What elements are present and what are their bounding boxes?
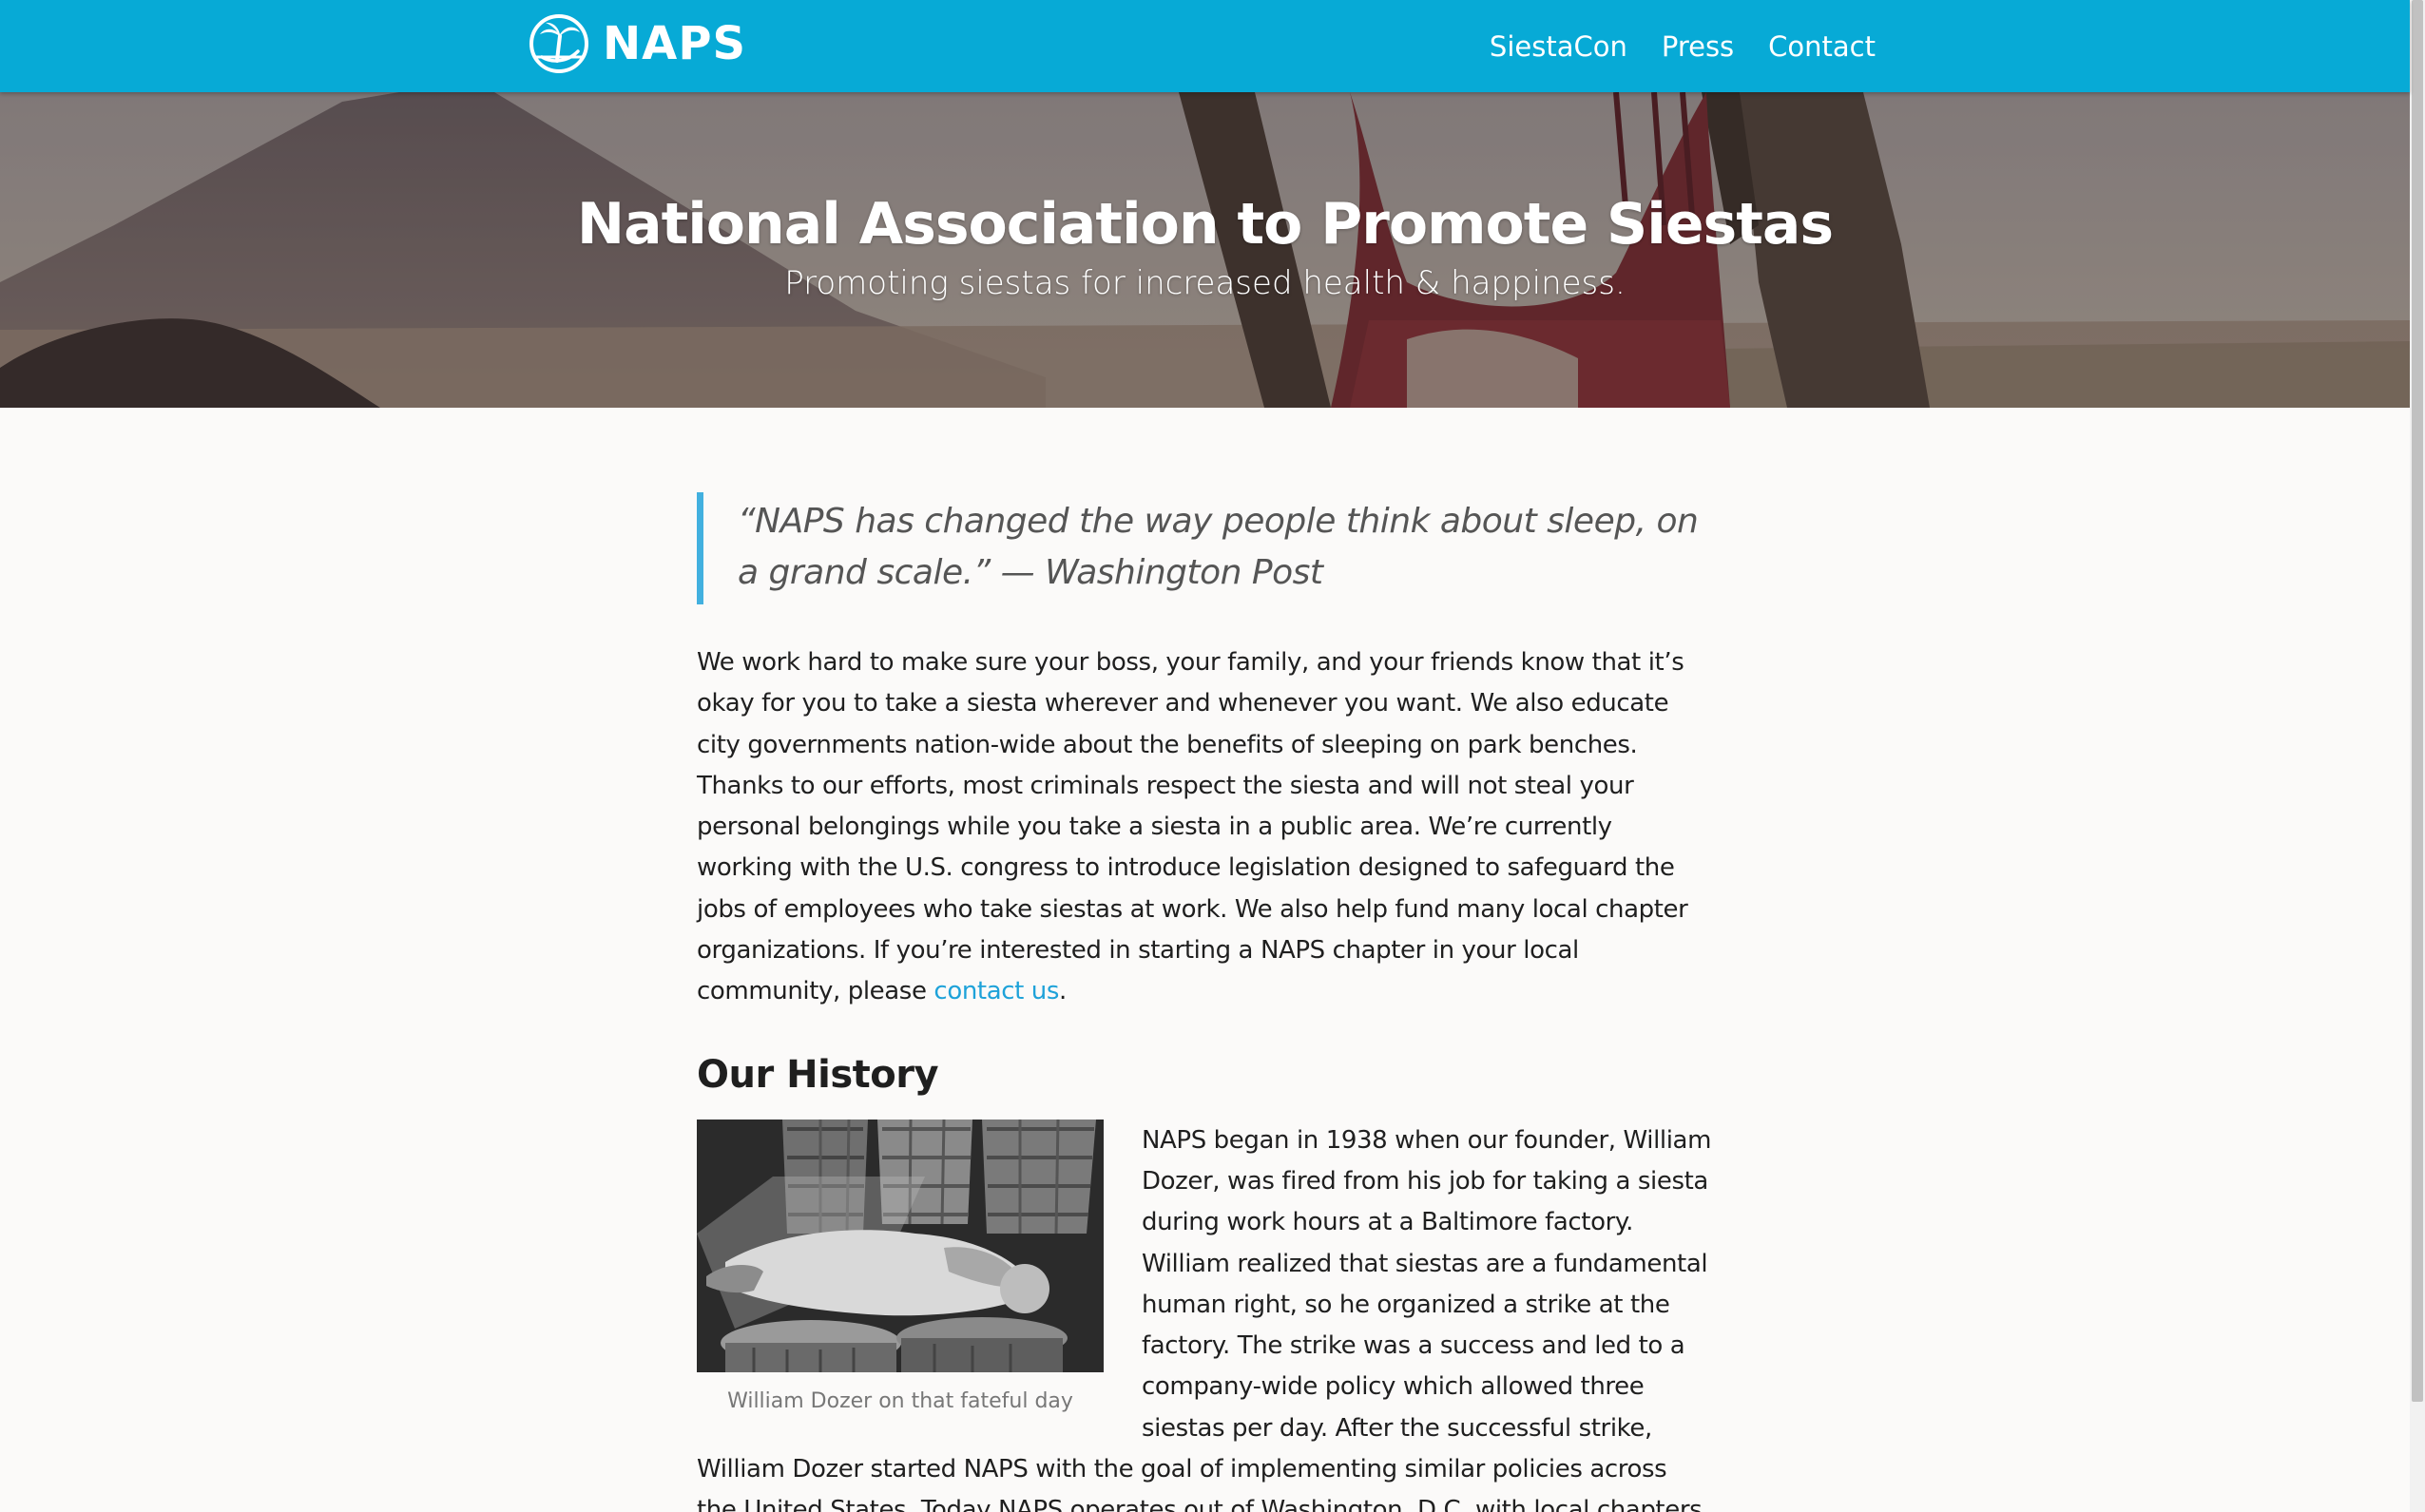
history-heading: Our History [697, 1052, 939, 1097]
hero-title: National Association to Promote Siestas [576, 191, 1834, 258]
top-navigation-bar: NAPS SiestaCon Press Contact [0, 0, 2410, 92]
nav-link-contact[interactable]: Contact [1768, 30, 1876, 63]
intro-text: We work hard to make sure your boss, you… [697, 648, 1688, 1006]
hero-subtitle: Promoting siestas for increased health &… [784, 264, 1626, 302]
page-scrollbar[interactable] [2410, 0, 2425, 1512]
brand-home-link[interactable]: NAPS [529, 13, 746, 74]
scrollbar-thumb[interactable] [2412, 0, 2423, 1402]
history-figure: William Dozer on that fateful day [697, 1119, 1104, 1416]
founder-photo-caption: William Dozer on that fateful day [727, 1388, 1073, 1413]
history-section: William Dozer on that fateful day NAPS b… [697, 1119, 1712, 1512]
nav-link-siestacon[interactable]: SiestaCon [1490, 30, 1627, 63]
founder-photo [697, 1119, 1104, 1372]
intro-text-end: . [1059, 977, 1067, 1006]
main-content: “NAPS has changed the way people think a… [697, 492, 1712, 1512]
main-nav: SiestaCon Press Contact [1490, 0, 1876, 92]
intro-paragraph: We work hard to make sure your boss, you… [697, 642, 1712, 1013]
palm-tree-hammock-icon [529, 14, 588, 73]
nav-link-press[interactable]: Press [1662, 30, 1734, 63]
hero-banner: National Association to Promote Siestas … [0, 92, 2410, 408]
contact-us-link[interactable]: contact us [933, 977, 1059, 1005]
press-quote: “NAPS has changed the way people think a… [697, 492, 1712, 604]
brand-name: NAPS [603, 17, 747, 70]
